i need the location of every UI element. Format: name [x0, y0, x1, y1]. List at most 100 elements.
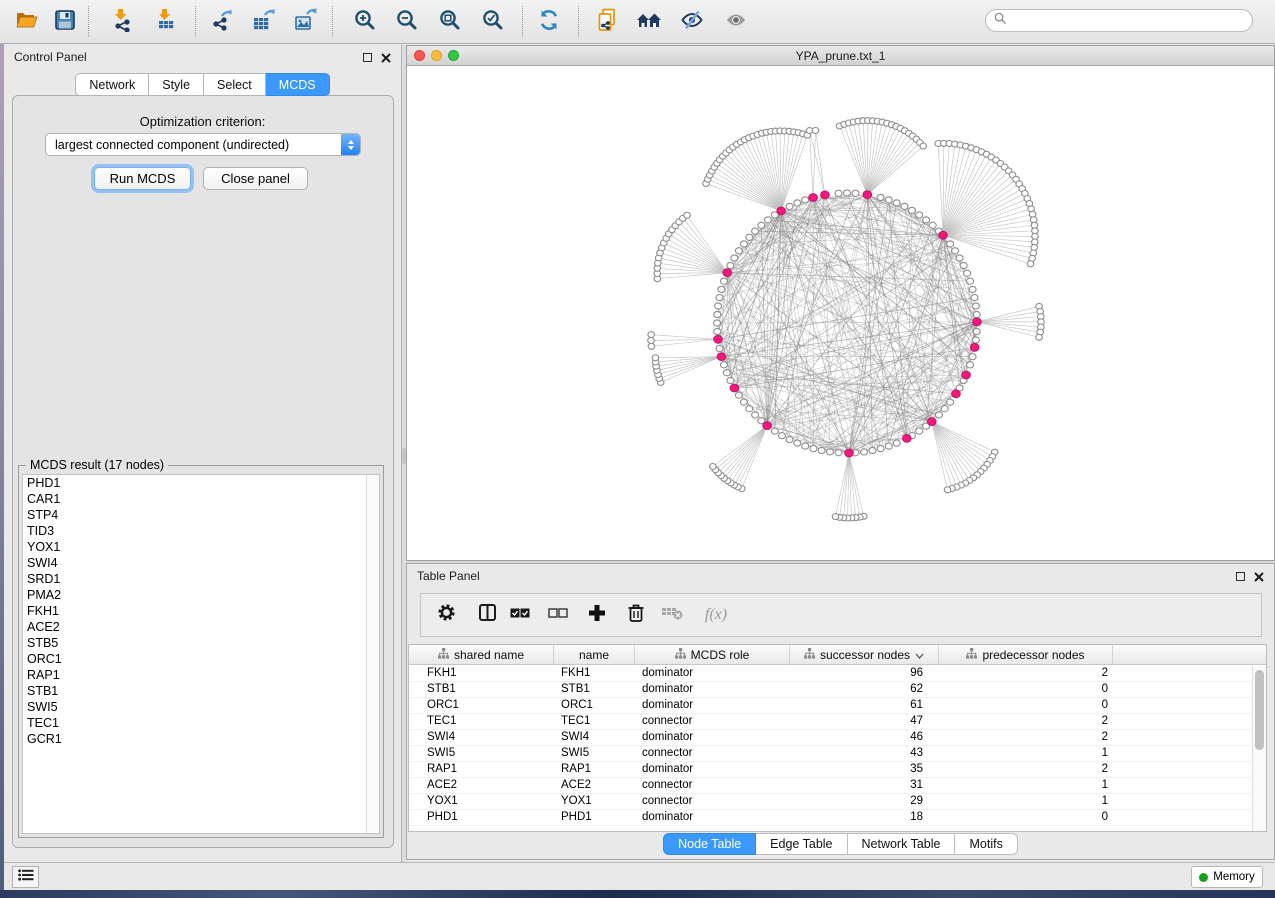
ring-node[interactable] — [852, 190, 859, 196]
ring-node[interactable] — [947, 399, 954, 405]
hub-node[interactable] — [821, 191, 830, 199]
zoom-out-button[interactable] — [392, 8, 422, 36]
ring-node[interactable] — [909, 207, 916, 213]
ring-node[interactable] — [716, 295, 723, 301]
open-button[interactable] — [12, 8, 42, 36]
leaf-node[interactable] — [648, 343, 655, 349]
ring-node[interactable] — [794, 200, 801, 206]
tab-edge-table[interactable]: Edge Table — [756, 833, 847, 855]
mcds-result-item[interactable]: SWI5 — [23, 699, 379, 715]
ring-node[interactable] — [973, 328, 980, 334]
mcds-result-item[interactable]: TEC1 — [23, 715, 379, 731]
mcds-result-item[interactable]: GCR1 — [23, 731, 379, 747]
ring-node[interactable] — [967, 362, 974, 368]
table-row[interactable]: ORC1ORC1dominator610 — [409, 698, 1252, 714]
maximize-window-light[interactable] — [448, 50, 459, 61]
ring-node[interactable] — [802, 443, 809, 449]
table-settings-button[interactable] — [435, 604, 457, 626]
ring-node[interactable] — [956, 255, 963, 261]
mcds-result-item[interactable]: SRD1 — [23, 571, 379, 587]
hide-graphics-details-button[interactable] — [677, 8, 707, 36]
ring-node[interactable] — [835, 450, 842, 456]
mcds-result-item[interactable]: PHD1 — [23, 475, 379, 491]
ring-node[interactable] — [715, 303, 722, 309]
delete-column-button[interactable] — [625, 604, 647, 626]
mcds-result-item[interactable]: PMA2 — [23, 587, 379, 603]
hub-node[interactable] — [962, 371, 971, 379]
network-canvas[interactable] — [407, 66, 1274, 560]
scrollbar-thumb[interactable] — [1255, 670, 1264, 750]
ring-node[interactable] — [752, 228, 759, 234]
ring-node[interactable] — [735, 392, 742, 398]
ring-node[interactable] — [901, 203, 908, 209]
ring-node[interactable] — [969, 286, 976, 292]
tab-node-table[interactable]: Node Table — [663, 833, 756, 855]
memory-button[interactable]: Memory — [1191, 866, 1263, 888]
hub-node[interactable] — [730, 384, 739, 392]
search-box[interactable] — [985, 9, 1253, 32]
close-panel-icon[interactable] — [381, 52, 391, 62]
ring-node[interactable] — [827, 449, 834, 455]
ring-node[interactable] — [969, 354, 976, 360]
hub-node[interactable] — [809, 194, 818, 202]
first-neighbors-button[interactable] — [634, 8, 664, 36]
column-header-shared-name[interactable]: shared name — [409, 645, 554, 665]
mcds-result-item[interactable]: FKH1 — [23, 603, 379, 619]
table-row[interactable]: ACE2ACE2connector311 — [409, 778, 1252, 794]
ring-node[interactable] — [923, 217, 930, 223]
leaf-node[interactable] — [652, 355, 659, 361]
mcds-result-item[interactable]: STP4 — [23, 507, 379, 523]
ring-node[interactable] — [727, 262, 734, 268]
import-network-button[interactable] — [107, 8, 137, 36]
ring-node[interactable] — [752, 412, 759, 418]
ring-node[interactable] — [764, 217, 771, 223]
leaf-node[interactable] — [1036, 334, 1043, 340]
ring-node[interactable] — [716, 345, 723, 351]
ring-node[interactable] — [794, 440, 801, 446]
table-row[interactable]: STB1STB1dominator620 — [409, 682, 1252, 698]
table-row[interactable]: SWI4SWI4dominator462 — [409, 730, 1252, 746]
close-panel-icon[interactable] — [1254, 571, 1264, 581]
ring-node[interactable] — [714, 311, 721, 317]
ring-node[interactable] — [779, 433, 786, 439]
ring-node[interactable] — [771, 428, 778, 434]
ring-node[interactable] — [877, 446, 884, 452]
leaf-node[interactable] — [648, 338, 655, 344]
ring-node[interactable] — [746, 406, 753, 412]
mcds-result-item[interactable]: TID3 — [23, 523, 379, 539]
column-header-mcds-role[interactable]: MCDS role — [635, 645, 790, 665]
ring-node[interactable] — [802, 197, 809, 203]
mcds-result-item[interactable]: ACE2 — [23, 619, 379, 635]
table-row[interactable]: FKH1FKH1dominator962 — [409, 666, 1252, 682]
hub-node[interactable] — [970, 344, 979, 352]
ring-node[interactable] — [740, 399, 747, 405]
export-image-button[interactable] — [290, 8, 320, 36]
ring-node[interactable] — [844, 190, 851, 196]
leaf-node[interactable] — [684, 212, 691, 218]
tab-select[interactable]: Select — [204, 73, 266, 96]
show-columns-button[interactable] — [476, 604, 498, 626]
deselect-all-button[interactable] — [547, 604, 569, 626]
ring-node[interactable] — [835, 190, 842, 196]
criterion-dropdown[interactable]: largest connected component (undirected) — [45, 133, 361, 156]
table-row[interactable]: TEC1TEC1connector472 — [409, 714, 1252, 730]
hub-node[interactable] — [903, 435, 912, 443]
show-graphics-details-button[interactable] — [721, 8, 751, 36]
leaf-node[interactable] — [1027, 261, 1034, 267]
hub-node[interactable] — [717, 353, 726, 361]
ring-node[interactable] — [893, 440, 900, 446]
hub-node[interactable] — [952, 390, 961, 398]
save-button[interactable] — [50, 8, 80, 36]
ring-node[interactable] — [893, 200, 900, 206]
ring-node[interactable] — [972, 303, 979, 309]
ring-node[interactable] — [740, 241, 747, 247]
ring-node[interactable] — [735, 248, 742, 254]
tab-network[interactable]: Network — [75, 73, 149, 96]
ring-node[interactable] — [929, 222, 936, 228]
ring-node[interactable] — [973, 311, 980, 317]
ring-node[interactable] — [723, 370, 730, 376]
leaf-node[interactable] — [710, 464, 717, 470]
refresh-button[interactable] — [534, 8, 564, 36]
ring-node[interactable] — [818, 447, 825, 453]
ring-node[interactable] — [960, 262, 967, 268]
